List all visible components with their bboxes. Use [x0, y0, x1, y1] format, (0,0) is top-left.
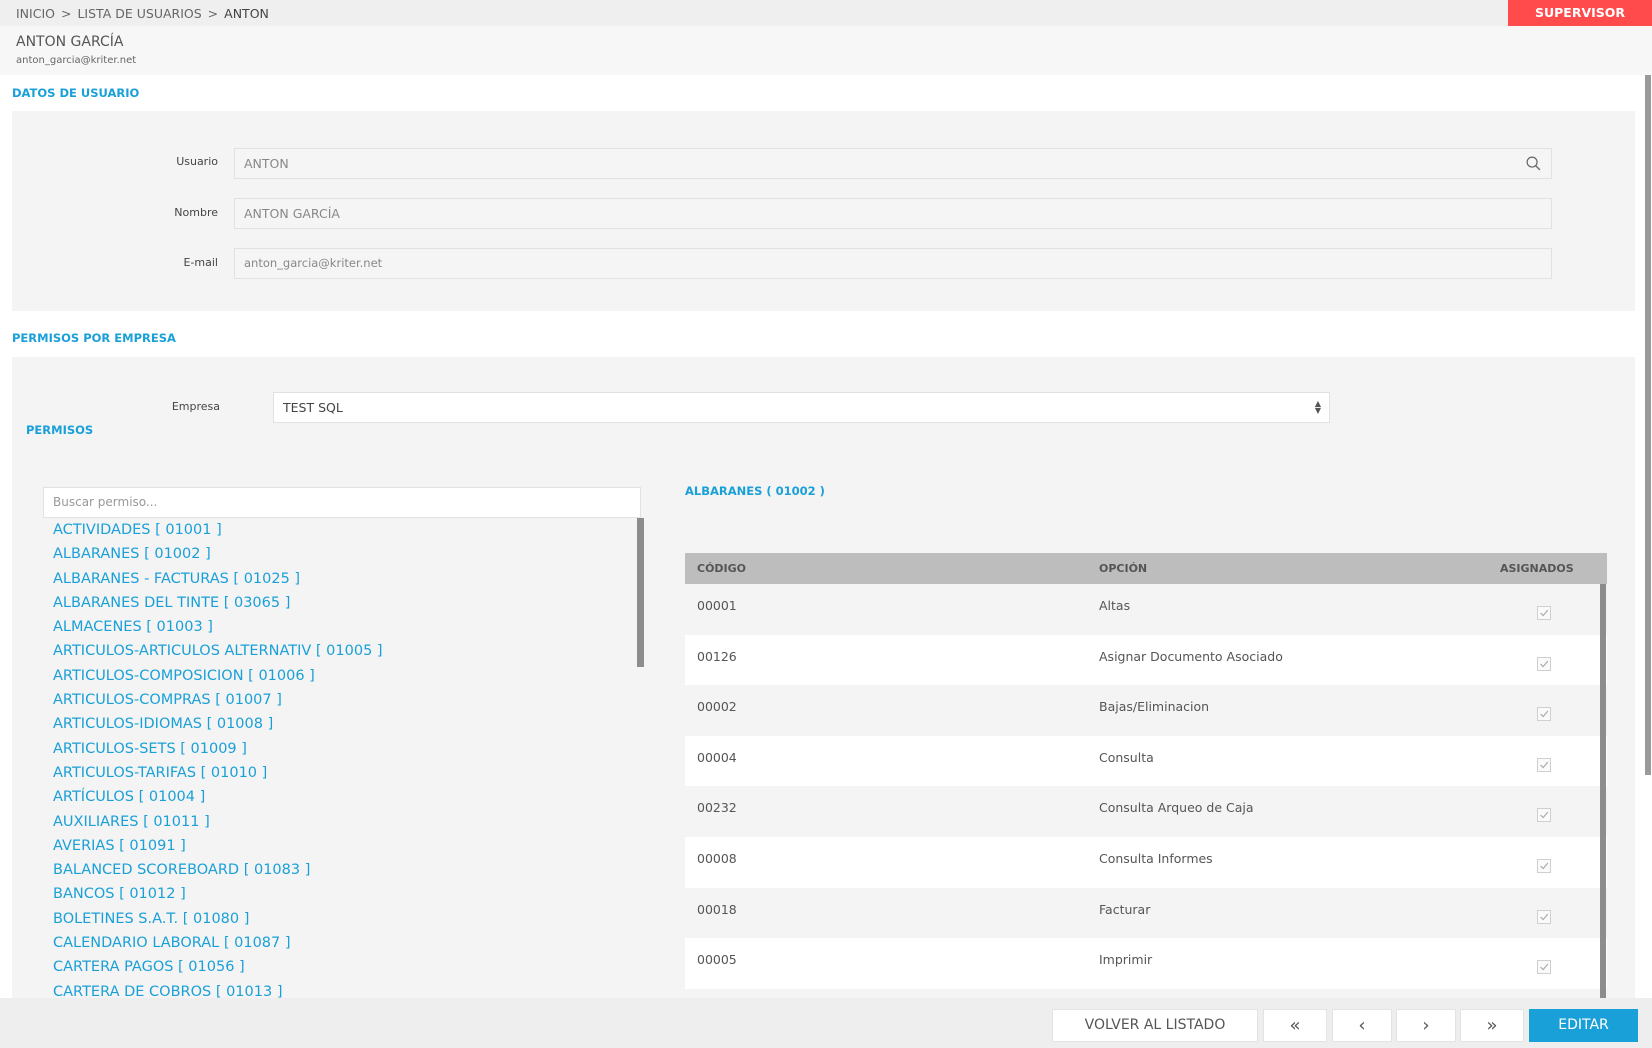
breadcrumb-separator: > [207, 6, 219, 21]
module-list-item[interactable]: CARTERA DE COBROS [ 01013 ] [43, 980, 637, 998]
module-list-item[interactable]: AUXILIARES [ 01011 ] [43, 810, 637, 834]
assigned-checkbox[interactable] [1537, 606, 1551, 620]
empresa-select[interactable]: TEST SQL ▲ ▼ [273, 392, 1330, 423]
assigned-checkbox[interactable] [1537, 909, 1551, 924]
table-row[interactable]: 00126 Asignar Documento Asociado [685, 634, 1607, 686]
module-list-item[interactable]: ALBARANES - FACTURAS [ 01025 ] [43, 567, 637, 591]
permission-options-table: CÓDIGO OPCIÓN ASIGNADOS 00001 Altas 00126… [685, 553, 1607, 989]
cell-code: 00002 [697, 699, 737, 715]
company-permissions-title: PERMISOS POR EMPRESA [12, 331, 176, 345]
assigned-checkbox[interactable] [1537, 656, 1551, 671]
table-row[interactable]: 00005 Imprimir [685, 938, 1607, 989]
cell-code: 00232 [697, 800, 737, 816]
assigned-checkbox[interactable] [1537, 707, 1551, 722]
table-row[interactable]: 00018 Facturar [685, 887, 1607, 939]
email-field[interactable]: anton_garcia@kriter.net [234, 248, 1552, 279]
table-row[interactable]: 00004 Consulta [685, 735, 1607, 787]
nombre-value: ANTON GARCÍA [244, 206, 340, 221]
column-header-code[interactable]: CÓDIGO [697, 553, 746, 584]
first-record-button[interactable]: « [1263, 1009, 1327, 1042]
nombre-label: Nombre [174, 206, 218, 219]
empresa-label: Empresa [171, 400, 220, 413]
table-scrollbar[interactable] [1600, 584, 1606, 998]
cell-option: Imprimir [1099, 952, 1153, 968]
search-icon[interactable] [1526, 156, 1541, 171]
module-list-item[interactable]: ARTICULOS-COMPOSICION [ 01006 ] [43, 664, 637, 688]
empresa-value: TEST SQL [283, 400, 343, 415]
module-list-item[interactable]: ACTIVIDADES [ 01001 ] [43, 518, 637, 542]
table-row[interactable]: 00008 Consulta Informes [685, 836, 1607, 888]
edit-button[interactable]: EDITAR [1529, 1009, 1638, 1042]
module-list-item[interactable]: ARTICULOS-SETS [ 01009 ] [43, 737, 637, 761]
select-arrows-icon: ▲ ▼ [1314, 399, 1321, 415]
module-list-item[interactable]: ALMACENES [ 01003 ] [43, 615, 637, 639]
assigned-checkbox[interactable] [1537, 808, 1551, 823]
module-list-item[interactable]: ARTICULOS-IDIOMAS [ 01008 ] [43, 712, 637, 736]
assigned-checkbox[interactable] [1537, 960, 1551, 975]
module-list-item[interactable]: BOLETINES S.A.T. [ 01080 ] [43, 907, 637, 931]
column-header-option[interactable]: OPCIÓN [1099, 553, 1147, 584]
user-email: anton_garcia@kriter.net [16, 55, 137, 66]
cell-code: 00005 [697, 952, 737, 968]
usuario-label: Usuario [176, 155, 218, 168]
permissions-title: PERMISOS [26, 423, 94, 437]
module-list-item[interactable]: ALBARANES [ 01002 ] [43, 542, 637, 566]
previous-record-button[interactable]: ‹ [1332, 1009, 1392, 1042]
module-list-item[interactable]: BALANCED SCOREBOARD [ 01083 ] [43, 858, 637, 882]
breadcrumb-item-current: ANTON [224, 6, 269, 21]
module-list-item[interactable]: CALENDARIO LABORAL [ 01087 ] [43, 931, 637, 955]
breadcrumb-item-inicio[interactable]: INICIO [16, 6, 55, 21]
cell-code: 00004 [697, 749, 737, 765]
user-header: ANTON GARCÍA anton_garcia@kriter.net [0, 26, 1652, 75]
selected-module-title: ALBARANES ( 01002 ) [685, 484, 825, 498]
usuario-field[interactable]: ANTON [234, 148, 1552, 179]
breadcrumb: INICIO > LISTA DE USUARIOS > ANTON [16, 6, 269, 21]
cell-code: 00018 [697, 901, 737, 917]
cell-option: Facturar [1099, 901, 1151, 917]
cell-option: Altas [1099, 598, 1131, 613]
cell-option: Consulta Arqueo de Caja [1099, 800, 1254, 816]
user-data-title: DATOS DE USUARIO [12, 86, 140, 100]
cell-code: 00001 [697, 598, 737, 613]
email-label: E-mail [183, 256, 219, 269]
user-full-name: ANTON GARCÍA [16, 34, 124, 50]
cell-code: 00008 [697, 850, 737, 866]
module-list-item[interactable]: ARTÍCULOS [ 01004 ] [43, 785, 637, 809]
module-list-item[interactable]: CARTERA PAGOS [ 01056 ] [43, 955, 637, 979]
cell-code: 00126 [697, 648, 737, 664]
last-record-button[interactable]: » [1460, 1009, 1524, 1042]
cell-option: Consulta Informes [1099, 850, 1213, 866]
permission-search-input[interactable]: Buscar permiso... [43, 487, 641, 518]
breadcrumb-separator: > [60, 6, 72, 21]
usuario-value: ANTON [244, 156, 289, 171]
page-scrollbar[interactable] [1644, 75, 1652, 935]
module-list-item[interactable]: ALBARANES DEL TINTE [ 03065 ] [43, 591, 637, 615]
supervisor-badge[interactable]: SUPERVISOR [1508, 0, 1652, 26]
table-row[interactable]: 00001 Altas [685, 584, 1607, 635]
next-record-button[interactable]: › [1396, 1009, 1456, 1042]
nombre-field[interactable]: ANTON GARCÍA [234, 198, 1552, 229]
cell-option: Bajas/Eliminacion [1099, 699, 1210, 715]
cell-option: Consulta [1099, 749, 1154, 765]
assigned-checkbox[interactable] [1537, 858, 1551, 873]
assigned-checkbox[interactable] [1537, 757, 1551, 772]
module-list-item[interactable]: ARTICULOS-TARIFAS [ 01010 ] [43, 761, 637, 785]
table-row[interactable]: 00232 Consulta Arqueo de Caja [685, 786, 1607, 837]
module-list-item[interactable]: ARTICULOS-COMPRAS [ 01007 ] [43, 688, 637, 712]
module-list-scrollbar-thumb[interactable] [637, 518, 644, 667]
top-bar: INICIO > LISTA DE USUARIOS > ANTON SUPERVISO… [0, 0, 1652, 26]
back-to-list-button[interactable]: VOLVER AL LISTADO [1052, 1009, 1258, 1042]
module-list-scrollbar[interactable] [637, 518, 644, 998]
page-scrollbar-thumb[interactable] [1645, 75, 1651, 775]
module-list-item[interactable]: AVERIAS [ 01091 ] [43, 834, 637, 858]
cell-option: Asignar Documento Asociado [1099, 648, 1283, 664]
breadcrumb-item-lista-usuarios[interactable]: LISTA DE USUARIOS [77, 6, 201, 21]
column-header-assigned[interactable]: ASIGNADOS [1500, 553, 1574, 584]
table-row[interactable]: 00002 Bajas/Eliminacion [685, 685, 1607, 736]
module-list-item[interactable]: ARTICULOS-ARTICULOS ALTERNATIV [ 01005 ] [43, 639, 637, 663]
email-value: anton_garcia@kriter.net [244, 256, 383, 270]
permission-module-list: ACTIVIDADES [ 01001 ] ALBARANES [ 01002 … [43, 518, 637, 998]
table-header: CÓDIGO OPCIÓN ASIGNADOS [685, 553, 1607, 584]
module-list-item[interactable]: BANCOS [ 01012 ] [43, 882, 637, 906]
